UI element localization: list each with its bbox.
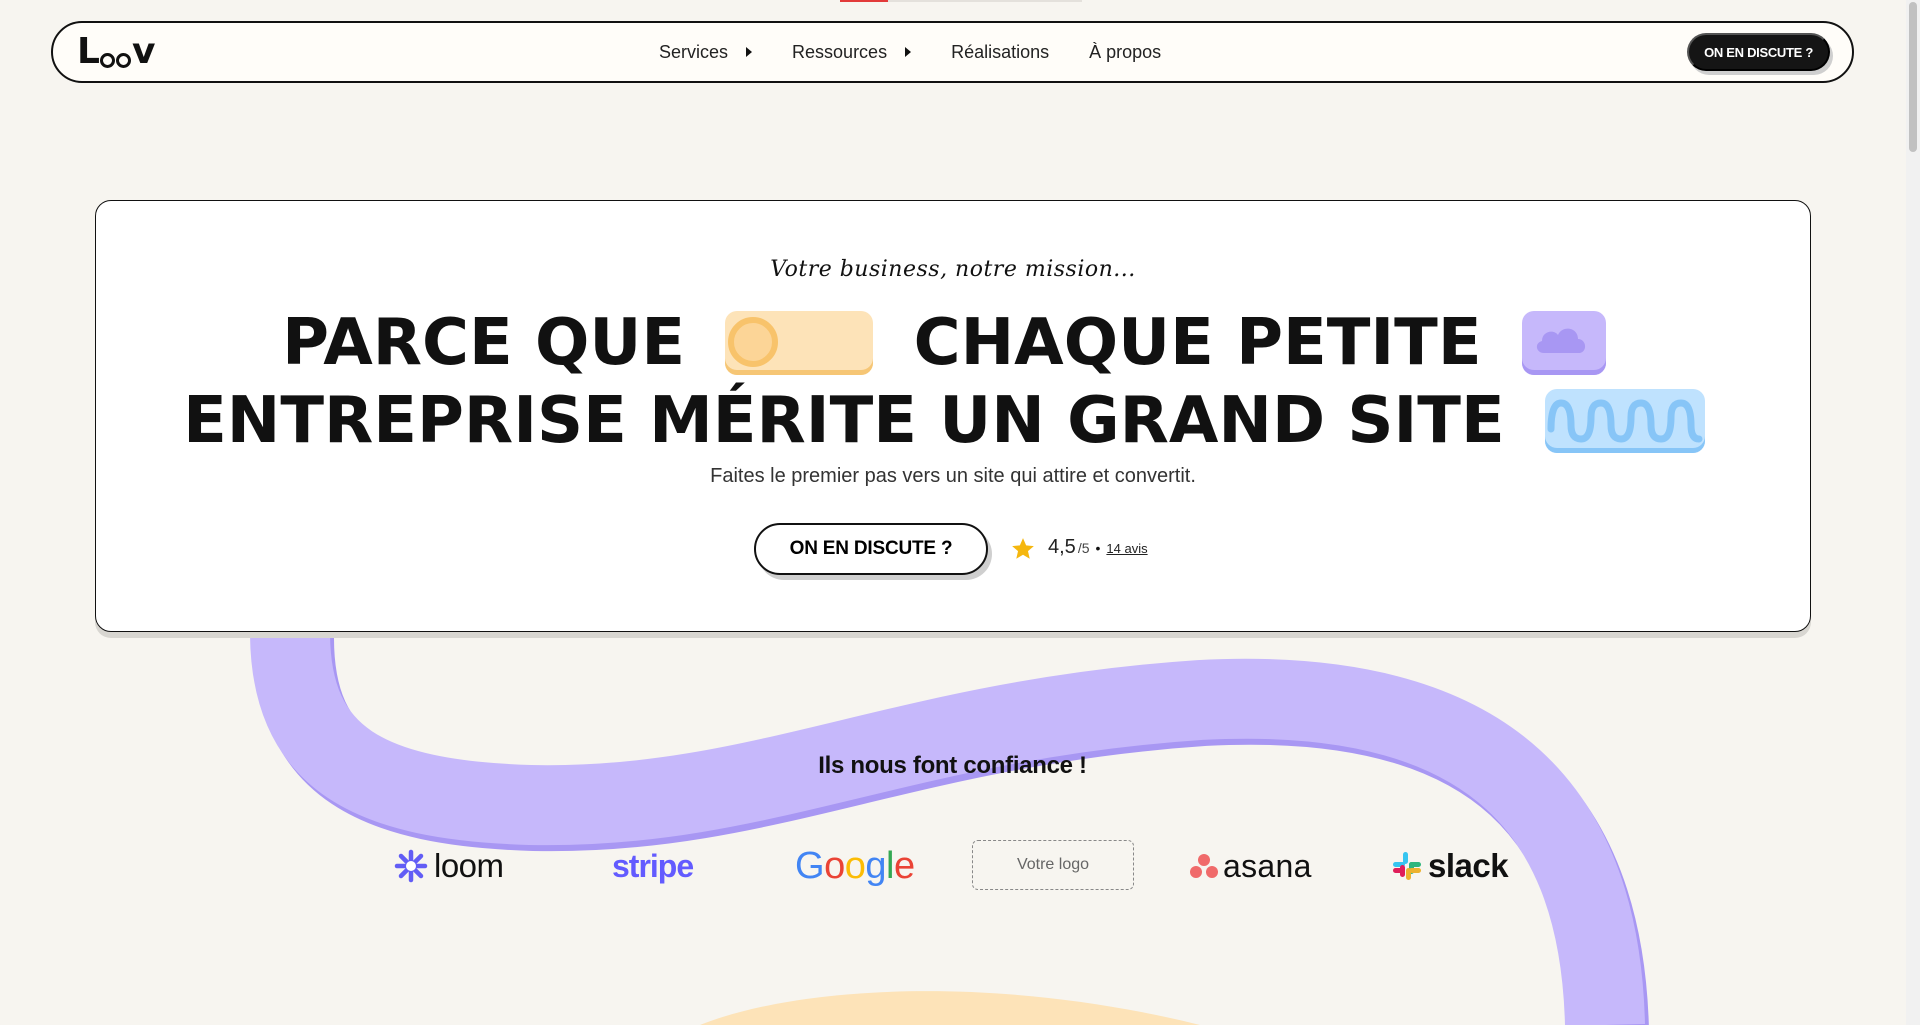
cloud-illustration-icon [1521, 311, 1606, 376]
caret-right-icon [905, 47, 912, 57]
hero-headline-line1: PARCE QUE CHAQUE PETITE [96, 301, 1810, 382]
asana-icon [1190, 854, 1218, 878]
top-navbar: L v Services Ressources Réalisations À p… [51, 21, 1854, 83]
nav-item-label: À propos [1089, 41, 1162, 62]
hero-card: Votre business, notre mission... PARCE Q… [95, 200, 1811, 632]
nav-item-label: Ressources [792, 41, 888, 62]
reviews-link[interactable]: 14 avis [1106, 541, 1147, 556]
rating-separator: • [1095, 540, 1101, 556]
brand-logo-google: Google [795, 838, 915, 894]
headline-text: PARCE QUE [282, 306, 686, 381]
star-icon [1012, 538, 1034, 559]
caret-right-icon [746, 47, 753, 57]
placeholder-label: Votre logo [1016, 856, 1090, 873]
hero-subtitle: Faites le premier pas vers un site qui a… [710, 465, 1196, 487]
brand-name: slack [1428, 847, 1509, 884]
nav-item-label: Réalisations [951, 41, 1050, 62]
contact-cta-button[interactable]: ON EN DISCUTE ? [1687, 33, 1830, 71]
hero-headline-line2: ENTREPRISE MÉRITE UN GRAND SITE [96, 379, 1810, 460]
hero-tagline: Votre business, notre mission... [770, 257, 1136, 282]
nav-item-services[interactable]: Services [659, 41, 753, 63]
brand-name: loom [434, 847, 504, 884]
slack-icon [1393, 852, 1421, 880]
nav-item-label: Services [659, 41, 729, 62]
brand-logo-slack: slack [1392, 838, 1509, 894]
site-logo[interactable]: L v [77, 31, 155, 72]
page-scrollbar[interactable] [1906, 0, 1920, 1025]
loom-icon [394, 849, 428, 883]
brand-name: asana [1223, 847, 1312, 884]
page-loading-line [840, 0, 1082, 2]
logo-letter: L [77, 31, 100, 72]
main-nav: Services Ressources Réalisations À propo… [659, 23, 1201, 81]
brand-logo-stripe: stripe [612, 838, 694, 894]
logo-letter: v [131, 31, 155, 72]
your-logo-placeholder: Votre logo [972, 840, 1134, 890]
client-logos-row: loom stripe Google Votre logo asana slac… [0, 838, 1920, 894]
brand-name: stripe [612, 847, 694, 884]
hero-cta-row: ON EN DISCUTE ? 4,5 /5 • 14 avis [754, 523, 1148, 575]
hero-contact-button[interactable]: ON EN DISCUTE ? [754, 523, 988, 575]
wave-illustration-icon [1544, 389, 1705, 454]
logo-eyes-icon [99, 53, 131, 68]
rating-value: 4,5 [1048, 536, 1076, 558]
toggle-illustration-icon [725, 311, 874, 376]
trust-section-title: Ils nous font confiance ! [818, 752, 1087, 779]
nav-item-a-propos[interactable]: À propos [1089, 42, 1161, 63]
rating-max: /5 [1077, 540, 1090, 556]
nav-item-ressources[interactable]: Ressources [792, 41, 912, 63]
brand-name: Google [795, 844, 915, 887]
brand-logo-asana: asana [1189, 838, 1312, 894]
scrollbar-thumb[interactable] [1909, 2, 1917, 152]
nav-item-realisations[interactable]: Réalisations [951, 42, 1049, 63]
headline-text: ENTREPRISE MÉRITE UN GRAND SITE [183, 384, 1505, 459]
brand-logo-loom: loom [394, 838, 504, 894]
rating-summary: 4,5 /5 • 14 avis [1010, 536, 1148, 562]
headline-text: CHAQUE PETITE [913, 306, 1482, 381]
